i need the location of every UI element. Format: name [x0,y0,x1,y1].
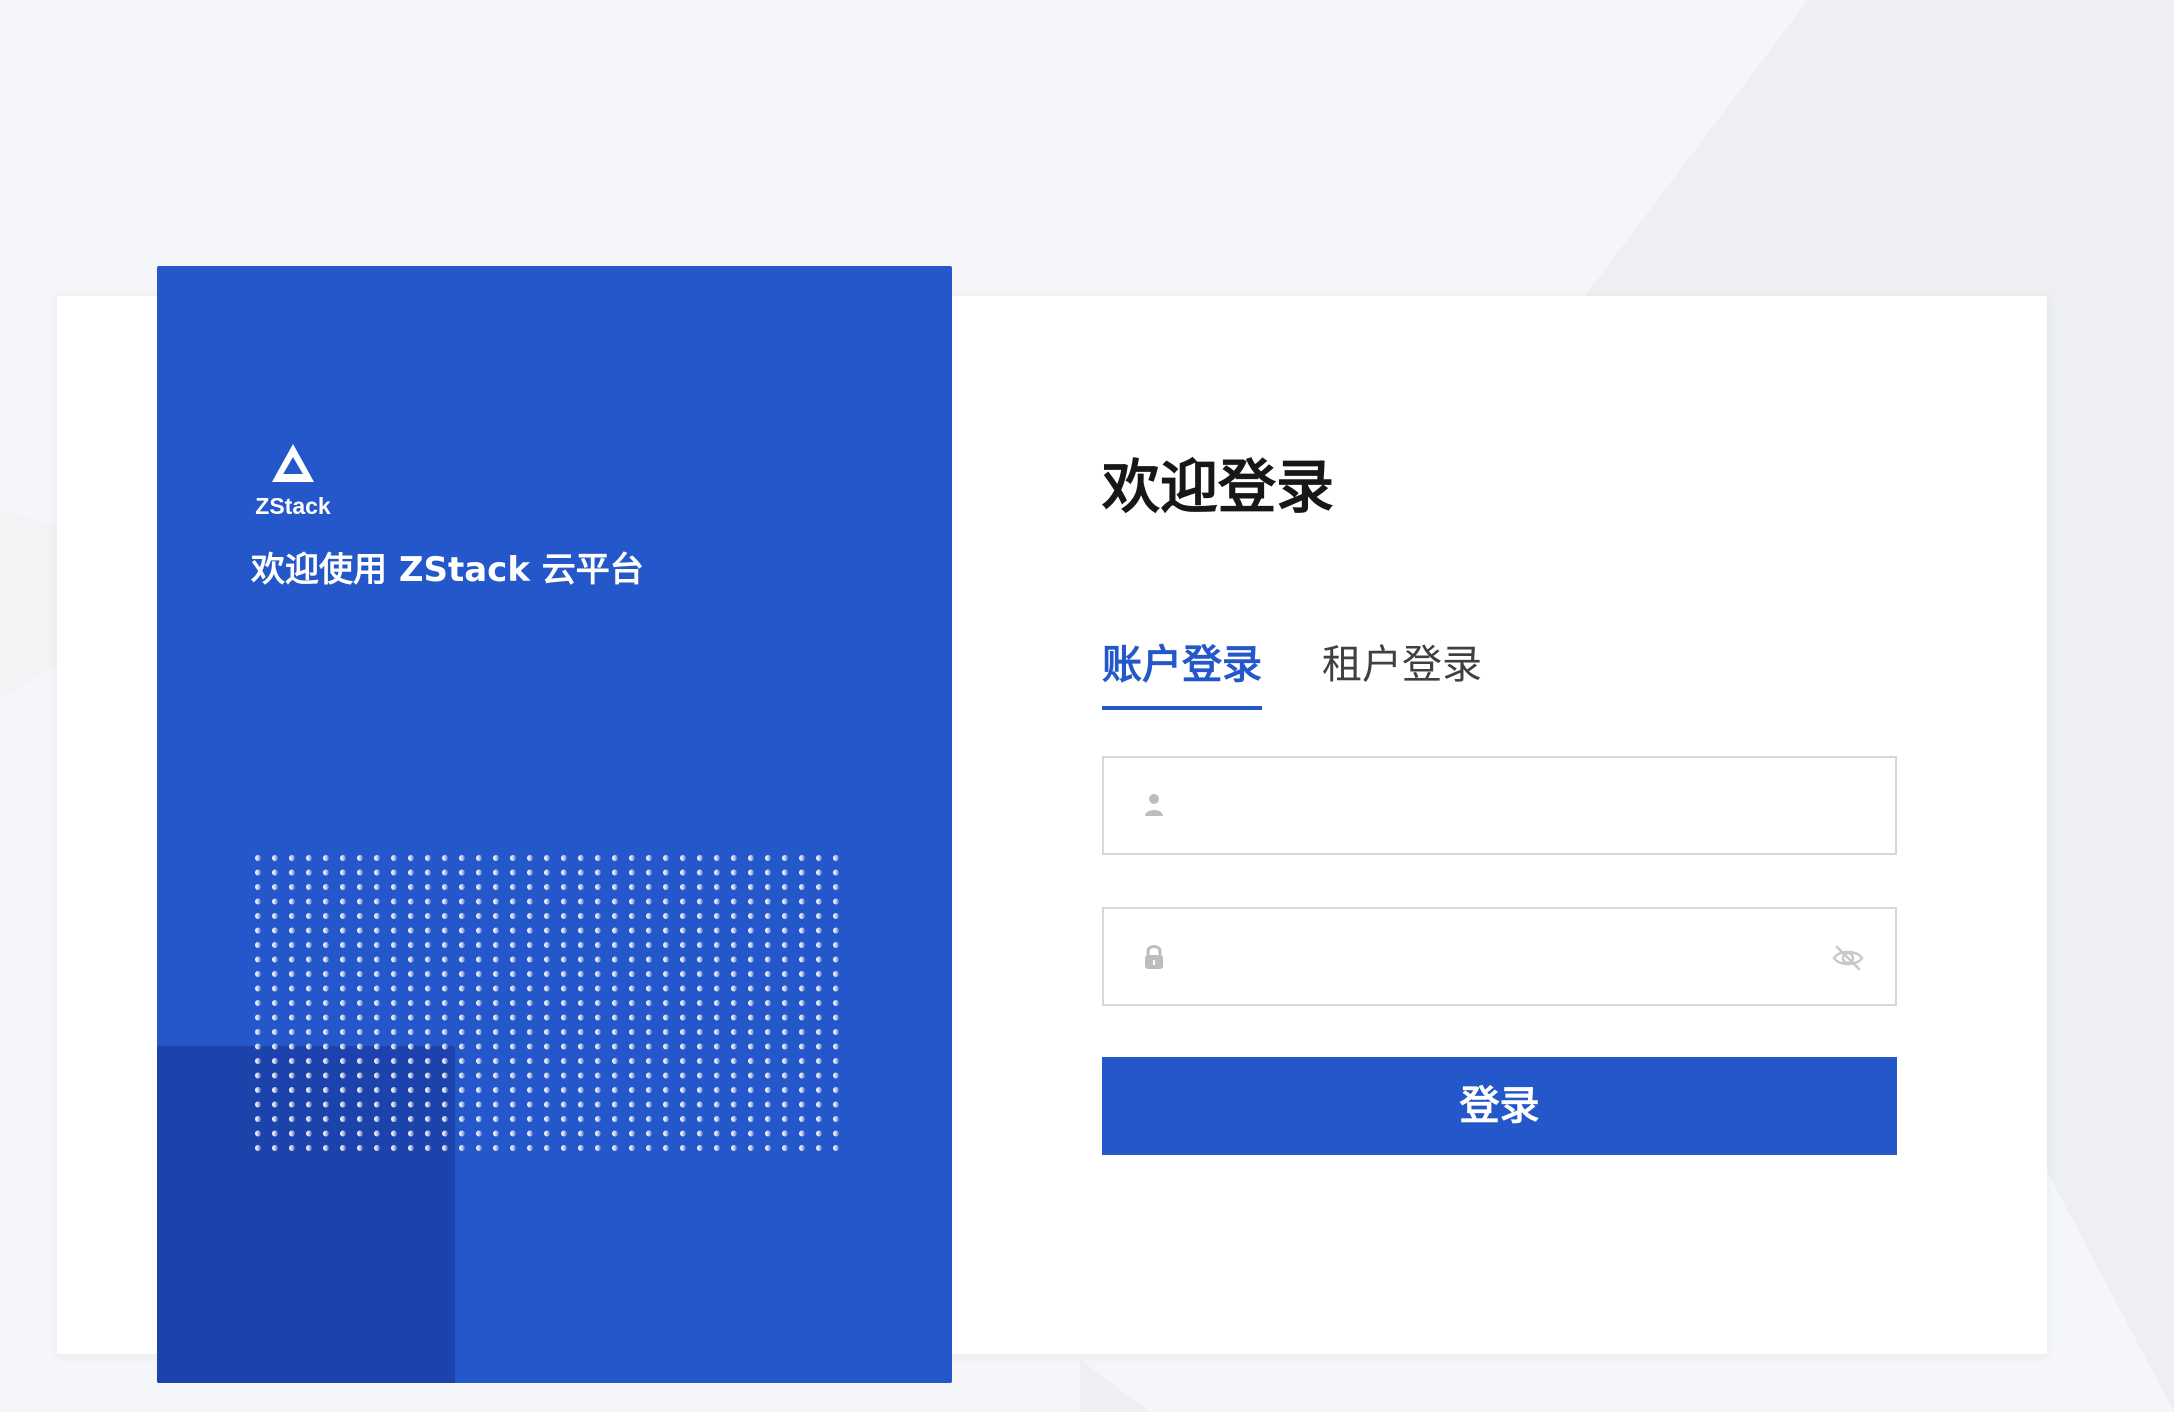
dot-grid-decoration [255,855,845,1155]
tab-tenant-login[interactable]: 租户登录 [1322,636,1482,694]
login-button[interactable]: 登录 [1102,1057,1897,1155]
zstack-logo-text: ZStack [255,493,331,518]
user-icon [1145,794,1163,816]
login-form-area: 欢迎登录 账户登录 租户登录 登录 [1102,438,1897,1155]
password-input[interactable] [1192,927,1809,987]
zstack-logo-icon: ZStack [255,444,331,518]
password-visibility-toggle[interactable] [1829,939,1867,977]
brand-panel: ZStack 欢迎使用 ZStack 云平台 [157,266,952,1383]
brand-welcome-title: 欢迎使用 ZStack 云平台 [251,550,644,590]
password-field[interactable] [1102,907,1897,1006]
login-title: 欢迎登录 [1102,453,1335,521]
eye-off-icon [1832,945,1864,971]
username-field[interactable] [1102,756,1897,855]
tab-account-login[interactable]: 账户登录 [1102,636,1262,710]
login-tabs: 账户登录 租户登录 [1102,636,1897,714]
lock-icon [1145,945,1163,969]
username-input[interactable] [1192,776,1809,836]
brand-panel-background [157,266,952,1383]
